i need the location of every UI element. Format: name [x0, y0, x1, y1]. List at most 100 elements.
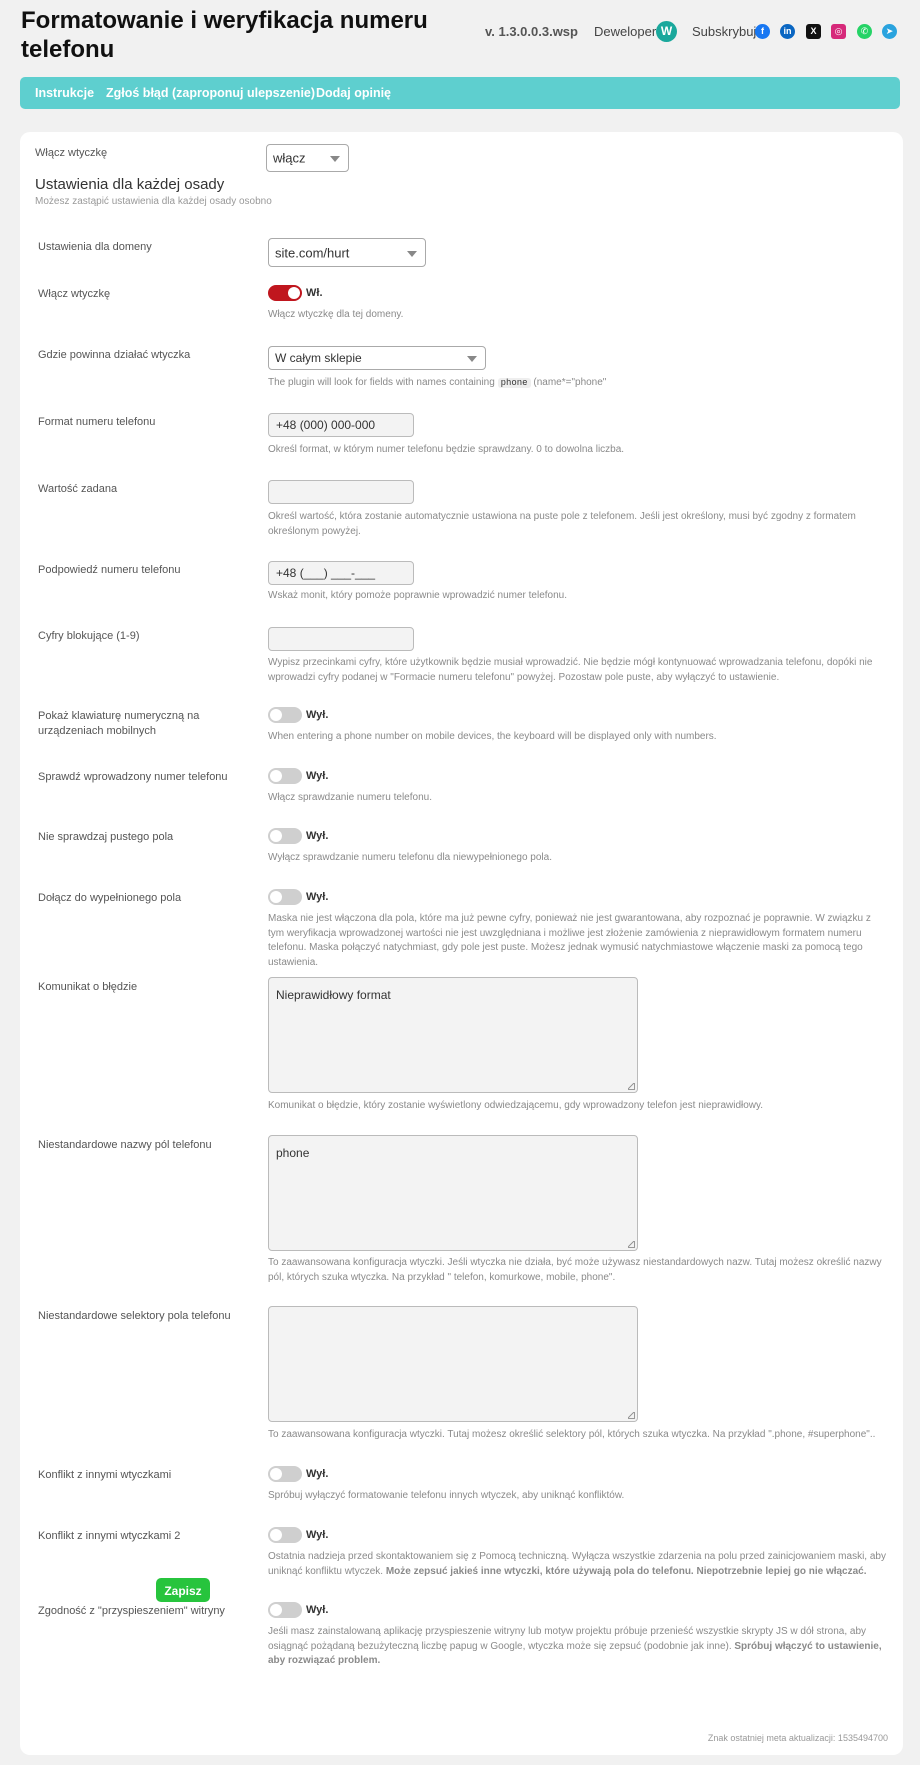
where-desc-text: The plugin will look for fields with nam… [268, 377, 495, 388]
numpad-toggle[interactable] [268, 707, 302, 723]
linkedin-icon[interactable]: in [780, 24, 795, 39]
hint-input[interactable] [268, 561, 414, 585]
subscribe-label: Subskrybuj: [692, 24, 760, 39]
domain-select-value: site.com/hurt [275, 245, 350, 260]
developer-label: Deweloper: [594, 24, 660, 39]
speedup-state: Wył. [306, 1604, 329, 1616]
hint-desc: Wskaż monit, który pomoże poprawnie wpro… [268, 590, 568, 601]
nav-report-bug-link[interactable]: Zgłoś błąd (zaproponuj ulepszenie) [106, 86, 315, 100]
domain-label: Ustawienia dla domeny [38, 241, 152, 253]
blocking-digits-label: Cyfry blokujące (1-9) [38, 630, 140, 642]
field-selectors-desc: To zaawansowana konfiguracja wtyczki. Tu… [268, 1429, 876, 1440]
toggle-knob [288, 287, 300, 299]
field-names-label: Niestandardowe nazwy pól telefonu [38, 1139, 212, 1151]
error-message-textarea[interactable]: Nieprawidłowy format [268, 977, 638, 1093]
field-names-value: phone [276, 1146, 310, 1160]
field-selectors-label: Niestandardowe selektory pola telefonu [38, 1310, 231, 1322]
format-desc: Określ format, w którym numer telefonu b… [268, 444, 625, 455]
where-select[interactable]: W całym sklepie [268, 346, 486, 370]
validate-state: Wył. [306, 770, 329, 782]
whatsapp-icon[interactable]: ✆ [857, 24, 872, 39]
speedup-toggle[interactable] [268, 1602, 302, 1618]
toggle-knob [270, 1604, 282, 1616]
enable-plugin-label: Włącz wtyczkę [35, 147, 108, 159]
error-message-label: Komunikat o błędzie [38, 981, 138, 993]
field-selectors-textarea[interactable] [268, 1306, 638, 1422]
speedup-desc: Jeśli masz zainstalowaną aplikację przys… [268, 1625, 888, 1669]
filled-field-state: Wył. [306, 891, 329, 903]
blocking-digits-input[interactable] [268, 627, 414, 651]
settings-panel: Włącz wtyczkę włącz Ustawienia dla każde… [20, 132, 903, 1755]
facebook-icon[interactable]: f [755, 24, 770, 39]
chevron-down-icon [330, 156, 340, 162]
where-select-value: W całym sklepie [275, 351, 362, 365]
conflict2-desc: Ostatnia nadzieja przed skontaktowaniem … [268, 1550, 888, 1579]
skip-empty-state: Wył. [306, 830, 329, 842]
conflict2-state: Wył. [306, 1529, 329, 1541]
numpad-state: Wył. [306, 709, 329, 721]
toggle-knob [270, 891, 282, 903]
toggle-knob [270, 1468, 282, 1480]
conflict-desc: Spróbuj wyłączyć formatowanie telefonu i… [268, 1490, 625, 1501]
resize-grip-icon[interactable] [628, 1083, 635, 1090]
x-icon[interactable]: X [806, 24, 821, 39]
numpad-desc: When entering a phone number on mobile d… [268, 731, 717, 742]
resize-grip-icon[interactable] [628, 1412, 635, 1419]
toggle-knob [270, 770, 282, 782]
skip-empty-desc: Wyłącz sprawdzanie numeru telefonu dla n… [268, 852, 552, 863]
where-desc-code: phone [497, 378, 531, 388]
skip-empty-label: Nie sprawdzaj pustego pola [38, 831, 174, 843]
domain-enable-label: Włącz wtyczkę [38, 288, 111, 300]
save-button[interactable]: Zapisz [156, 1578, 210, 1602]
page-header: Formatowanie i weryfikacja numeru telefo… [0, 0, 920, 76]
numpad-label: Pokaż klawiaturę numeryczną na urządzeni… [38, 710, 200, 737]
nav-instructions-link[interactable]: Instrukcje [35, 86, 94, 100]
conflict2-label: Konflikt z innymi wtyczkami 2 [38, 1530, 181, 1542]
enable-plugin-select-value: włącz [273, 150, 306, 166]
field-names-textarea[interactable]: phone [268, 1135, 638, 1251]
section-subtitle: Możesz zastąpić ustawienia dla każdej os… [35, 196, 272, 207]
filled-field-label: Dołącz do wypełnionego pola [38, 892, 182, 904]
chevron-down-icon [407, 250, 417, 257]
toggle-knob [270, 709, 282, 721]
resize-grip-icon[interactable] [628, 1241, 635, 1248]
domain-enable-toggle[interactable] [268, 285, 302, 301]
conflict2-toggle[interactable] [268, 1527, 302, 1543]
nav-add-review-link[interactable]: Dodaj opinię [316, 86, 391, 100]
conflict2-desc-warning: Może zepsuć jakieś inne wtyczki, które u… [385, 1565, 867, 1577]
filled-field-desc: Maska nie jest włączona dla pola, które … [268, 913, 871, 968]
validate-toggle[interactable] [268, 768, 302, 784]
instagram-icon[interactable]: ◎ [831, 24, 846, 39]
where-label: Gdzie powinna działać wtyczka [38, 349, 191, 361]
format-label: Format numeru telefonu [38, 416, 156, 428]
default-value-input[interactable] [268, 480, 414, 504]
blocking-digits-desc: Wypisz przecinkami cyfry, które użytkown… [268, 657, 873, 683]
where-desc-tail: (name*="phone" [533, 377, 607, 388]
telegram-icon[interactable]: ➤ [882, 24, 897, 39]
nav-bar: Instrukcje Zgłoś błąd (zaproponuj ulepsz… [20, 77, 900, 109]
validate-label: Sprawdź wprowadzony numer telefonu [38, 771, 228, 783]
toggle-knob [270, 830, 282, 842]
developer-logo-icon[interactable]: W [656, 21, 677, 42]
speedup-label: Zgodność z "przyspieszeniem" witryny [38, 1605, 225, 1617]
version-label: v. 1.3.0.0.3.wsp [485, 24, 578, 39]
default-value-desc: Określ wartość, która zostanie automatyc… [268, 511, 856, 537]
meta-update-label: Znak ostatniej meta aktualizacji: 153549… [707, 1733, 888, 1743]
field-names-desc: To zaawansowana konfiguracja wtyczki. Je… [268, 1257, 882, 1283]
format-input[interactable] [268, 413, 414, 437]
skip-empty-toggle[interactable] [268, 828, 302, 844]
section-title: Ustawienia dla każdej osady [35, 176, 225, 193]
domain-select[interactable]: site.com/hurt [268, 238, 426, 267]
domain-enable-desc: Włącz wtyczkę dla tej domeny. [268, 309, 404, 320]
enable-plugin-select[interactable]: włącz [266, 144, 349, 172]
domain-enable-state: Wł. [306, 287, 323, 299]
hint-label: Podpowiedź numeru telefonu [38, 564, 181, 576]
filled-field-toggle[interactable] [268, 889, 302, 905]
error-message-desc: Komunikat o błędzie, który zostanie wyśw… [268, 1100, 764, 1111]
validate-desc: Włącz sprawdzanie numeru telefonu. [268, 792, 432, 803]
toggle-knob [270, 1529, 282, 1541]
default-value-label: Wartość zadana [38, 483, 118, 495]
conflict-toggle[interactable] [268, 1466, 302, 1482]
where-desc: The plugin will look for fields with nam… [268, 376, 606, 391]
chevron-down-icon [467, 356, 477, 362]
